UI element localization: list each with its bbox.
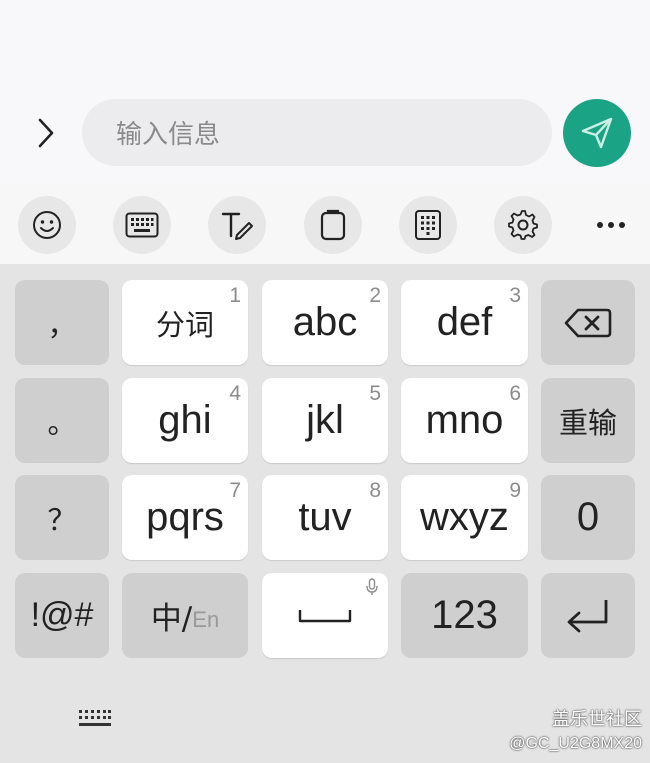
digit-hint: 2 — [369, 284, 381, 307]
keyboard-icon — [79, 710, 111, 726]
question-key-label: ？ — [47, 502, 77, 537]
key-2-abc[interactable]: abc 2 — [262, 280, 388, 365]
keyboard-layout-button[interactable] — [113, 196, 171, 254]
digit-hint: 5 — [369, 382, 381, 405]
digit-hint: 4 — [229, 382, 241, 405]
number-mode-key[interactable]: 123 — [401, 573, 528, 658]
microphone-icon — [366, 578, 378, 595]
enter-key[interactable] — [541, 573, 635, 658]
zero-key-label: 0 — [576, 495, 600, 539]
pqrs-label: pqrs — [146, 495, 224, 539]
digit-hint: 6 — [509, 382, 521, 405]
keyboard-toolbar — [0, 185, 650, 265]
digit-hint: 3 — [509, 284, 521, 307]
space-bar-icon — [298, 609, 352, 622]
comma-key[interactable]: ， — [15, 280, 109, 365]
clipboard-button[interactable] — [304, 196, 362, 254]
lang-en-label: En — [192, 606, 220, 632]
backspace-key[interactable] — [541, 280, 635, 365]
keyboard-layout-icon — [125, 212, 159, 238]
settings-button[interactable] — [494, 196, 552, 254]
keyboard: ， 分词 1 abc 2 def 3 。 ghi 4 jkl 5 mno 6 重… — [0, 265, 650, 763]
digit-hint: 9 — [509, 479, 521, 502]
key-3-def[interactable]: def 3 — [401, 280, 528, 365]
language-switch-key[interactable]: 中/ En — [122, 573, 248, 658]
abc-label: abc — [292, 300, 358, 344]
period-key-label: 。 — [47, 405, 77, 440]
send-icon — [581, 117, 613, 149]
backspace-icon — [564, 308, 612, 337]
message-input-placeholder: 输入信息 — [116, 120, 221, 150]
key-7-pqrs[interactable]: pqrs 7 — [122, 475, 248, 560]
reenter-key-label: 重输 — [558, 405, 617, 440]
reenter-key[interactable]: 重输 — [541, 378, 635, 463]
watermark-title: 盖乐世社区 — [552, 709, 642, 730]
number-mode-label: 123 — [431, 593, 498, 637]
enter-icon — [567, 599, 608, 632]
key-1-fenci[interactable]: 分词 1 — [122, 280, 248, 365]
number-pad-icon — [415, 210, 441, 240]
more-icon — [597, 222, 625, 228]
handwriting-icon — [221, 212, 253, 240]
key-9-wxyz[interactable]: wxyz 9 — [401, 475, 528, 560]
fenci-label: 分词 — [155, 307, 214, 342]
clipboard-icon — [320, 209, 346, 241]
more-button[interactable] — [582, 196, 640, 254]
jkl-label: jkl — [306, 398, 344, 442]
emoji-icon — [33, 211, 61, 239]
watermark-handle: @GC_U2G8MX20 — [509, 735, 642, 752]
key-8-tuv[interactable]: tuv 8 — [262, 475, 388, 560]
digit-hint: 7 — [229, 479, 241, 502]
message-input[interactable]: 输入信息 — [82, 99, 552, 166]
question-key[interactable]: ？ — [15, 475, 109, 560]
expand-chevron-icon[interactable] — [34, 116, 58, 150]
ghi-label: ghi — [158, 398, 212, 442]
gear-icon — [508, 210, 538, 240]
zero-key[interactable]: 0 — [541, 475, 635, 560]
mno-label: mno — [425, 398, 504, 442]
watermark: 盖乐世社区 @GC_U2G8MX20 — [509, 705, 642, 753]
wxyz-label: wxyz — [420, 495, 509, 539]
compose-area: 输入信息 — [0, 0, 650, 185]
tuv-label: tuv — [298, 495, 352, 539]
hide-keyboard-button[interactable] — [78, 708, 112, 734]
space-key[interactable] — [262, 573, 388, 658]
symbols-key-label: !@# — [30, 596, 94, 634]
digit-hint: 8 — [369, 479, 381, 502]
lang-zh-label: 中/ — [150, 601, 193, 637]
period-key[interactable]: 。 — [15, 378, 109, 463]
send-button[interactable] — [563, 99, 631, 167]
key-4-ghi[interactable]: ghi 4 — [122, 378, 248, 463]
handwriting-button[interactable] — [208, 196, 266, 254]
def-label: def — [436, 300, 493, 344]
number-pad-button[interactable] — [399, 196, 457, 254]
key-5-jkl[interactable]: jkl 5 — [262, 378, 388, 463]
digit-hint: 1 — [229, 284, 241, 307]
key-6-mno[interactable]: mno 6 — [401, 378, 528, 463]
comma-key-label: ， — [47, 307, 77, 342]
emoji-button[interactable] — [18, 196, 76, 254]
symbols-key[interactable]: !@# — [15, 573, 109, 658]
